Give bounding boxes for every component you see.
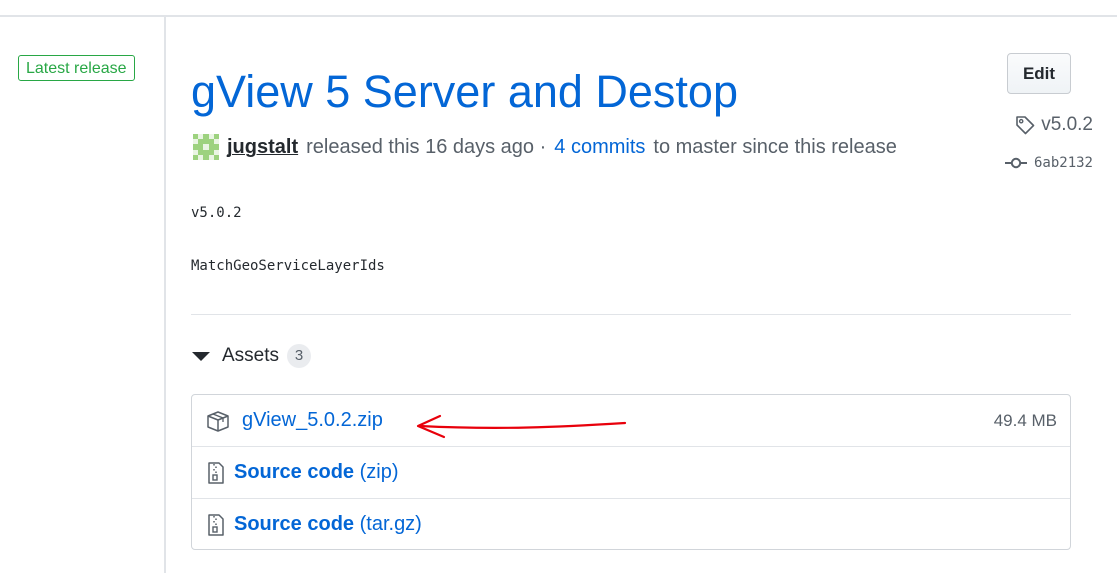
timeline-divider — [164, 17, 166, 573]
file-zip-icon — [206, 461, 226, 485]
source-code-label: Source code — [234, 461, 355, 483]
release-notes-line: MatchGeoServiceLayerIds — [191, 258, 385, 274]
source-code-format: (tar.gz) — [359, 513, 422, 535]
release-notes-line: v5.0.2 — [191, 205, 242, 221]
release-tag-link[interactable]: v5.0.2 — [1014, 113, 1093, 137]
avatar[interactable] — [193, 134, 219, 160]
commits-suffix: to master since this release — [653, 136, 897, 158]
assets-heading: Assets — [222, 345, 280, 366]
author-link[interactable]: jugstalt — [227, 133, 298, 161]
header-divider — [0, 15, 1117, 17]
release-sidebar — [0, 17, 164, 573]
file-zip-icon — [206, 513, 226, 537]
asset-download-link[interactable]: gView_5.0.2.zip — [242, 409, 383, 432]
assets-toggle[interactable]: Assets 3 — [192, 341, 312, 371]
edit-button[interactable]: Edit — [1007, 53, 1071, 94]
git-commit-icon — [1004, 156, 1027, 170]
source-code-targz-link[interactable]: Source code (tar.gz) — [234, 513, 422, 536]
asset-row: gView_5.0.2.zip 49.4 MB — [192, 395, 1070, 446]
released-text: released this 16 days ago · — [306, 136, 547, 158]
release-commit-link[interactable]: 6ab2132 — [1004, 152, 1093, 174]
release-tag-label: v5.0.2 — [1041, 114, 1093, 135]
assets-list: gView_5.0.2.zip 49.4 MB Source code (zip… — [191, 394, 1071, 550]
source-code-label: Source code — [234, 513, 355, 535]
asset-row: Source code (tar.gz) — [192, 498, 1070, 549]
commit-sha: 6ab2132 — [1033, 155, 1093, 171]
asset-size: 49.4 MB — [993, 411, 1057, 430]
latest-release-badge: Latest release — [18, 55, 135, 81]
assets-divider — [191, 314, 1071, 315]
source-code-format: (zip) — [359, 461, 399, 483]
caret-down-icon — [192, 351, 210, 361]
assets-count-badge: 3 — [287, 344, 312, 368]
release-meta: jugstalt released this 16 days ago · 4 c… — [193, 133, 897, 161]
asset-row: Source code (zip) — [192, 446, 1070, 498]
release-title[interactable]: gView 5 Server and Destop — [191, 62, 738, 122]
package-icon — [206, 410, 230, 432]
commits-link[interactable]: 4 commits — [554, 133, 645, 161]
tag-icon — [1014, 114, 1036, 136]
source-code-zip-link[interactable]: Source code (zip) — [234, 461, 399, 484]
